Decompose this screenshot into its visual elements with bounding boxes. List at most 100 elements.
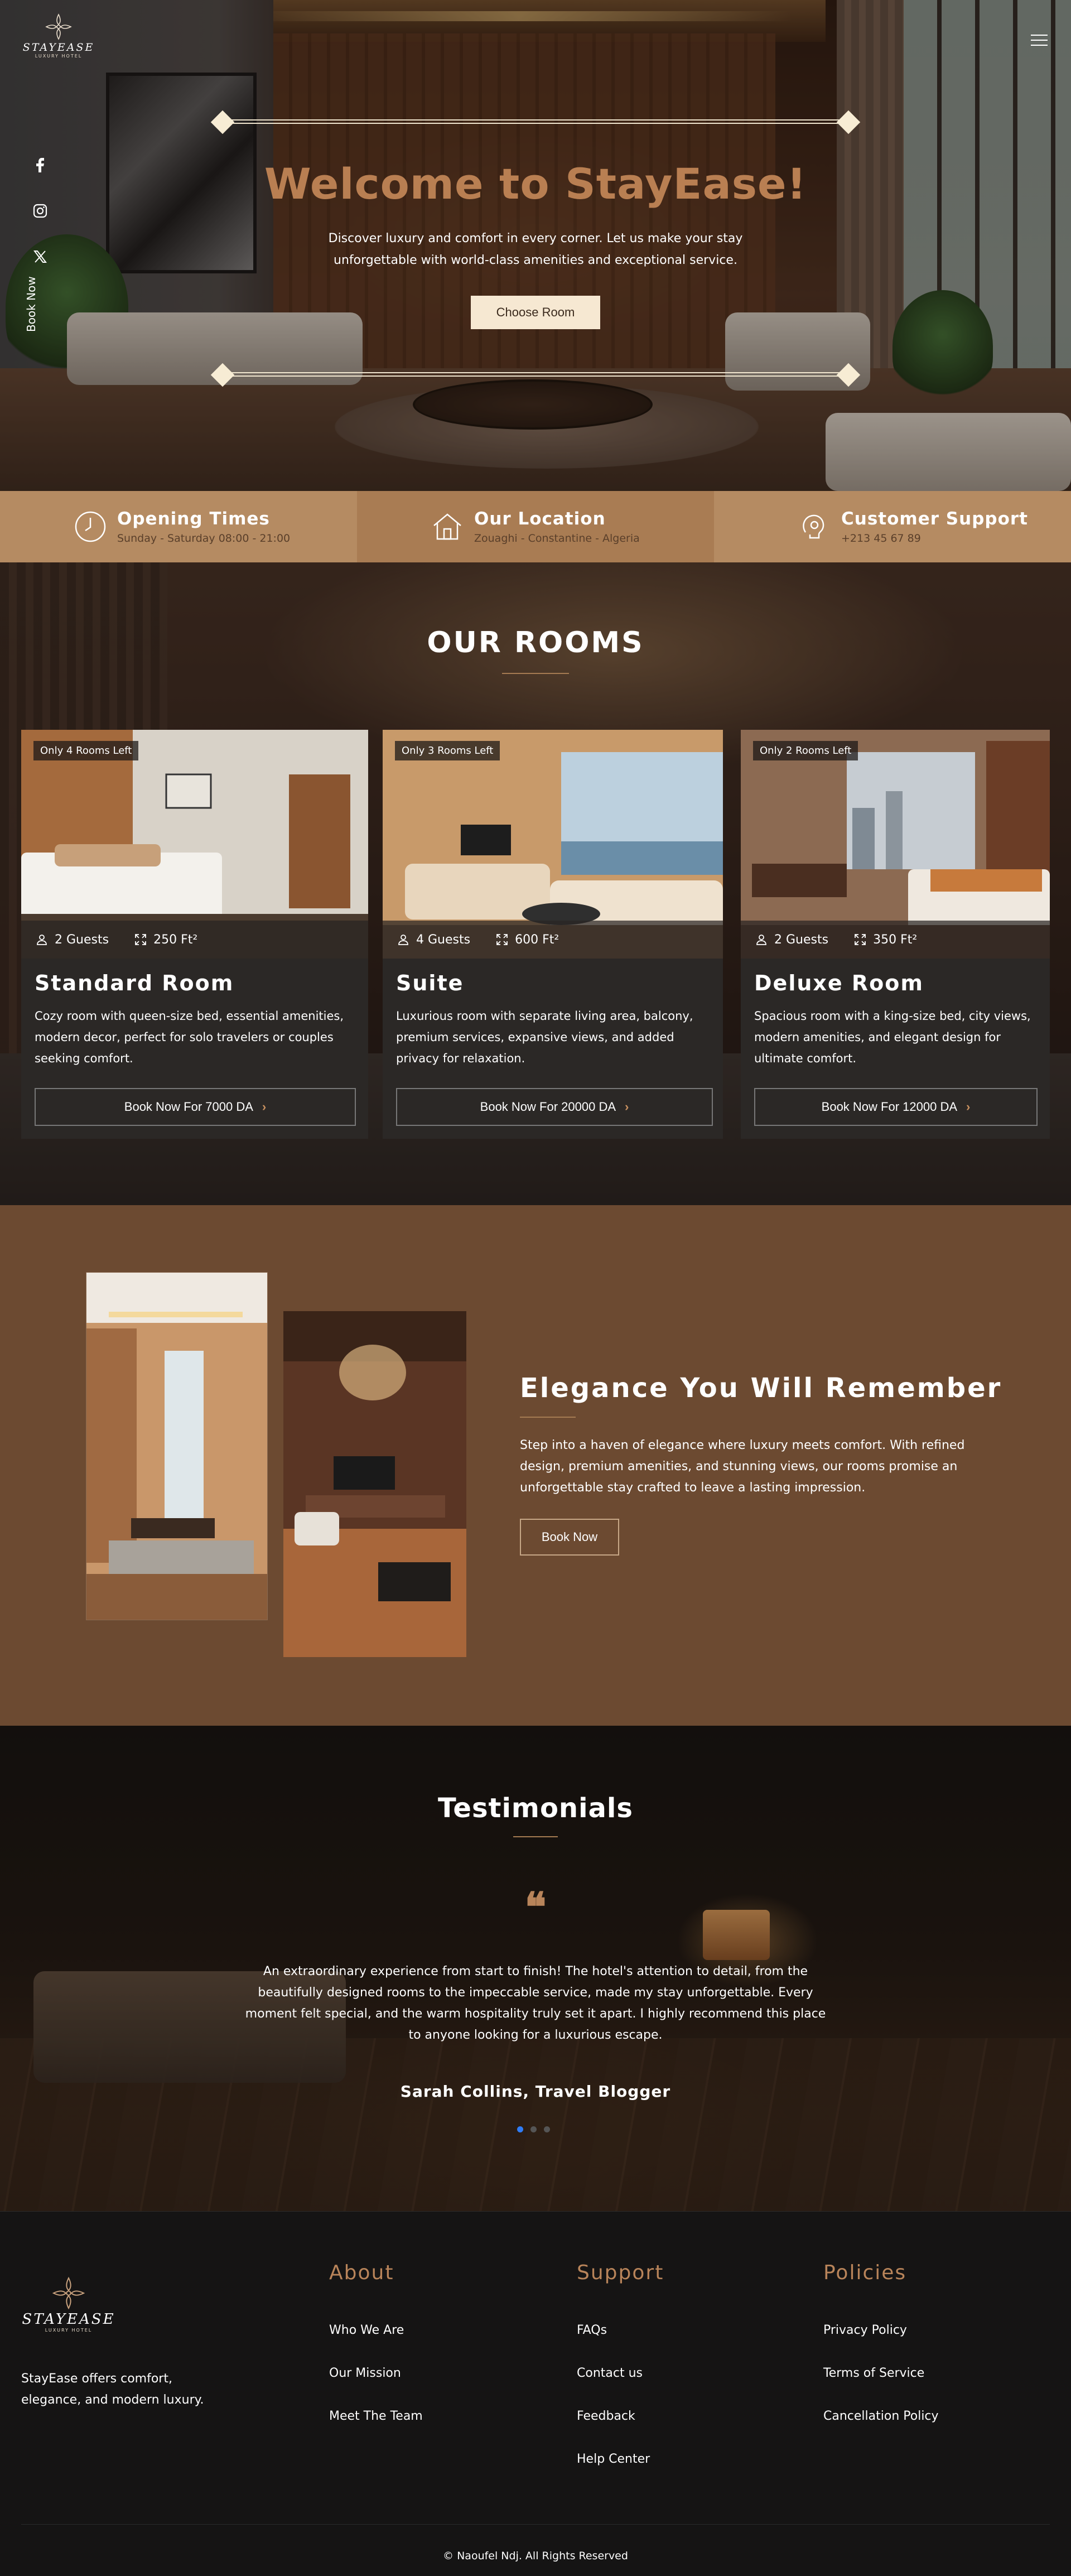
book-button-label: Book Now For 12000 DA xyxy=(821,1100,957,1114)
room-name: Suite xyxy=(396,971,464,995)
chevron-right-icon: › xyxy=(625,1100,629,1114)
chevron-right-icon: › xyxy=(262,1100,267,1114)
elegance-book-now-button[interactable]: Book Now xyxy=(520,1519,619,1556)
book-suite-button[interactable]: Book Now For 20000 DA › xyxy=(396,1088,713,1126)
elegance-photo-1 xyxy=(86,1273,267,1620)
rooms-left-badge: Only 2 Rooms Left xyxy=(753,741,858,760)
logo-ornament-icon xyxy=(45,13,72,40)
footer-brand-logo[interactable]: STAYEASE LUXURY HOTEL xyxy=(21,2275,116,2333)
room-name: Deluxe Room xyxy=(754,971,924,995)
home-icon xyxy=(433,513,461,540)
elegance-title: Elegance You Will Remember xyxy=(520,1373,1002,1404)
brand-tagline: LUXURY HOTEL xyxy=(45,2328,93,2333)
brand-name: STAYEASE xyxy=(22,41,95,54)
testimonial-text: An extraordinary experience from start t… xyxy=(245,1964,826,2042)
hero-description: Discover luxury and comfort in every cor… xyxy=(328,232,743,267)
info-title: Customer Support xyxy=(841,509,1028,529)
room-description: Luxurious room with separate living area… xyxy=(396,1009,693,1065)
room-name: Standard Room xyxy=(35,971,234,995)
room-card-standard: Only 4 Rooms Left 2 Guests 250 Ft² Stand… xyxy=(21,730,368,1139)
area-info: 600 Ft² xyxy=(496,933,559,947)
elegance-photo-2 xyxy=(283,1311,466,1657)
copyright-text: © Naoufel Ndj. All Rights Reserved xyxy=(443,2550,628,2562)
guests-label: 2 Guests xyxy=(774,932,829,947)
elegance-description: Step into a haven of elegance where luxu… xyxy=(520,1438,965,1495)
room-meta: 4 Guests 600 Ft² xyxy=(383,921,723,959)
footer-link-who-we-are[interactable]: Who We Are xyxy=(329,2323,404,2337)
guests-label: 4 Guests xyxy=(416,932,471,947)
footer-link-faqs[interactable]: FAQs xyxy=(577,2323,607,2337)
side-book-now-link[interactable]: Book Now xyxy=(25,254,38,332)
support-icon xyxy=(803,514,824,539)
info-location: Our Location Zouaghi - Constantine - Alg… xyxy=(357,491,714,562)
footer-link-meet-the-team[interactable]: Meet The Team xyxy=(329,2409,423,2423)
brand-logo[interactable]: STAYEASE LUXURY HOTEL xyxy=(22,12,95,59)
clock-icon xyxy=(75,511,106,542)
rooms-title-underline xyxy=(502,673,569,674)
elegance-image-lounge xyxy=(283,1311,466,1657)
expand-icon xyxy=(855,934,866,945)
room-meta: 2 Guests 250 Ft² xyxy=(21,921,368,959)
footer-about-text: StayEase offers comfort, elegance, and m… xyxy=(21,2372,204,2407)
info-bar: Opening Times Sunday - Saturday 08:00 - … xyxy=(0,491,1071,562)
hero-frame-top-line xyxy=(222,119,849,124)
pagination-dot[interactable] xyxy=(530,2126,537,2132)
hero-frame-bottom-line xyxy=(222,372,849,377)
testimonials-title-underline xyxy=(513,1836,558,1837)
room-photo: Only 2 Rooms Left 2 Guests 350 Ft² xyxy=(741,730,1050,959)
book-deluxe-room-button[interactable]: Book Now For 12000 DA › xyxy=(754,1088,1038,1126)
area-info: 250 Ft² xyxy=(134,933,197,947)
elegance-title-underline xyxy=(520,1417,576,1418)
logo-ornament-icon xyxy=(52,2276,85,2310)
rooms-title: OUR ROOMS xyxy=(427,626,644,659)
info-text: +213 45 67 89 xyxy=(841,532,921,545)
rooms-left-badge: Only 3 Rooms Left xyxy=(395,741,500,760)
book-button-label: Book Now For 20000 DA xyxy=(480,1100,616,1114)
testimonials-title: Testimonials xyxy=(438,1793,633,1824)
info-customer-support: Customer Support +213 45 67 89 xyxy=(714,491,1071,562)
book-standard-room-button[interactable]: Book Now For 7000 DA › xyxy=(35,1088,356,1126)
hamburger-menu-icon[interactable] xyxy=(1031,35,1048,47)
footer-column-title: About xyxy=(329,2261,394,2284)
footer-column-title: Policies xyxy=(823,2261,907,2284)
info-text: Zouaghi - Constantine - Algeria xyxy=(474,532,640,545)
testimonial-author: Sarah Collins, Travel Blogger xyxy=(400,2082,671,2101)
footer-link-feedback[interactable]: Feedback xyxy=(577,2409,635,2423)
hero-title: Welcome to StayEase! xyxy=(264,159,807,209)
room-description: Cozy room with queen-size bed, essential… xyxy=(35,1009,344,1065)
guest-icon xyxy=(37,935,47,945)
area-label: 250 Ft² xyxy=(153,932,198,947)
pagination-dot[interactable] xyxy=(544,2126,550,2132)
guest-icon xyxy=(398,935,408,945)
quote-icon: ❝ xyxy=(524,1883,547,1930)
room-photo: Only 4 Rooms Left 2 Guests 250 Ft² xyxy=(21,730,368,959)
room-photo: Only 3 Rooms Left 4 Guests 600 Ft² xyxy=(383,730,723,959)
guests-label: 2 Guests xyxy=(55,932,109,947)
choose-room-button[interactable]: Choose Room xyxy=(471,296,600,329)
footer-link-privacy-policy[interactable]: Privacy Policy xyxy=(823,2323,907,2337)
footer-link-cancellation-policy[interactable]: Cancellation Policy xyxy=(823,2409,939,2423)
footer-link-terms-of-service[interactable]: Terms of Service xyxy=(823,2366,924,2380)
expand-icon xyxy=(135,934,146,945)
pagination-dot[interactable] xyxy=(517,2126,523,2132)
guests-info: 2 Guests xyxy=(36,933,109,947)
info-title: Our Location xyxy=(474,509,606,529)
footer-link-help-center[interactable]: Help Center xyxy=(577,2452,650,2466)
footer-link-contact-us[interactable]: Contact us xyxy=(577,2366,643,2380)
info-title: Opening Times xyxy=(117,509,270,529)
testimonial-pagination xyxy=(517,2126,557,2132)
elegance-image-living-room xyxy=(86,1272,268,1620)
guest-icon xyxy=(756,935,766,945)
footer-link-our-mission[interactable]: Our Mission xyxy=(329,2366,401,2380)
room-description: Spacious room with a king-size bed, city… xyxy=(754,1009,1031,1065)
area-info: 350 Ft² xyxy=(854,933,917,947)
expand-icon xyxy=(496,934,508,945)
area-label: 600 Ft² xyxy=(515,932,559,947)
footer-column-title: Support xyxy=(577,2261,664,2284)
book-button-label: Book Now For 7000 DA xyxy=(124,1100,253,1114)
room-card-suite: Only 3 Rooms Left 4 Guests 600 Ft² Suite… xyxy=(383,730,723,1139)
room-meta: 2 Guests 350 Ft² xyxy=(741,921,1050,959)
info-opening-times: Opening Times Sunday - Saturday 08:00 - … xyxy=(0,491,357,562)
footer-divider xyxy=(21,2524,1050,2525)
area-label: 350 Ft² xyxy=(873,932,918,947)
